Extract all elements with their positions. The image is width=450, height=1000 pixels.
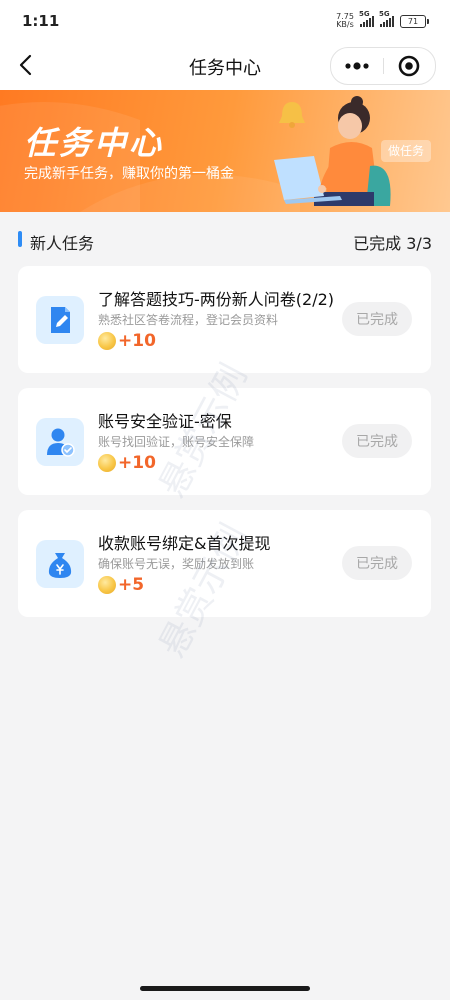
task-title: 了解答题技巧-两份新人问卷(2/2) <box>98 290 335 309</box>
banner-title: 任务中心 <box>24 124 165 162</box>
signal-type-label: 5G <box>359 10 370 18</box>
task-reward: +10 <box>98 452 156 474</box>
battery-level: 71 <box>407 16 419 26</box>
do-task-badge[interactable]: 做任务 <box>381 140 431 162</box>
signal-icon-sim2: 5G <box>379 10 394 27</box>
task-reward: +5 <box>98 574 144 596</box>
task-description: 账号找回验证，账号安全保障 <box>98 435 255 449</box>
section-title: 新人任务 <box>30 234 95 253</box>
task-icon-container <box>36 296 84 344</box>
task-card: 账号安全验证-密保 账号找回验证，账号安全保障 +10 已完成 <box>18 388 431 495</box>
section-progress: 已完成 3/3 <box>353 234 432 253</box>
close-mini-program-button[interactable] <box>384 48 435 84</box>
coin-icon <box>98 332 116 350</box>
status-time: 1:11 <box>22 12 60 30</box>
banner-subtitle: 完成新手任务，赚取你的第一桶金 <box>24 166 234 182</box>
task-completed-button[interactable]: 已完成 <box>342 546 412 580</box>
more-dots-icon <box>345 62 369 70</box>
task-completed-button[interactable]: 已完成 <box>342 424 412 458</box>
section-header: 新人任务 已完成 3/3 <box>0 212 450 266</box>
bell-icon <box>279 102 305 128</box>
target-close-icon <box>398 55 420 77</box>
reward-value: +10 <box>118 331 156 351</box>
task-title: 收款账号绑定&首次提现 <box>98 534 271 553</box>
nav-bar: 任务中心 <box>0 42 450 90</box>
network-speed: 7.75 KB/s <box>336 13 354 29</box>
reward-value: +5 <box>118 575 145 595</box>
task-reward: +10 <box>98 330 156 352</box>
coin-icon <box>98 454 116 472</box>
task-icon-container <box>36 418 84 466</box>
task-description: 确保账号无误，奖励发放到账 <box>98 557 255 571</box>
task-title: 账号安全验证-密保 <box>98 412 232 431</box>
status-bar: 1:11 7.75 KB/s 5G 5G 71 <box>0 0 450 42</box>
task-icon-container <box>36 540 84 588</box>
coin-icon <box>98 576 116 594</box>
network-speed-unit: KB/s <box>336 20 354 29</box>
reward-value: +10 <box>118 453 156 473</box>
user-verified-icon <box>47 428 75 457</box>
task-description: 熟悉社区答卷流程，登记会员资料 <box>98 313 279 327</box>
signal-icon: 5G <box>359 10 374 27</box>
task-completed-button[interactable]: 已完成 <box>342 302 412 336</box>
mini-program-capsule <box>330 47 436 85</box>
status-indicators: 7.75 KB/s 5G 5G 71 <box>336 10 429 31</box>
battery-icon: 71 <box>400 14 429 28</box>
section-accent-bar <box>18 231 22 247</box>
more-button[interactable] <box>331 48 383 84</box>
home-indicator[interactable] <box>140 986 310 991</box>
edit-document-icon <box>51 307 70 333</box>
task-card: 收款账号绑定&首次提现 确保账号无误，奖励发放到账 +5 已完成 <box>18 510 431 617</box>
signal-type-label-sim2: 5G <box>379 10 390 18</box>
task-card: 了解答题技巧-两份新人问卷(2/2) 熟悉社区答卷流程，登记会员资料 +10 已… <box>18 266 431 373</box>
money-bag-icon <box>48 553 72 578</box>
